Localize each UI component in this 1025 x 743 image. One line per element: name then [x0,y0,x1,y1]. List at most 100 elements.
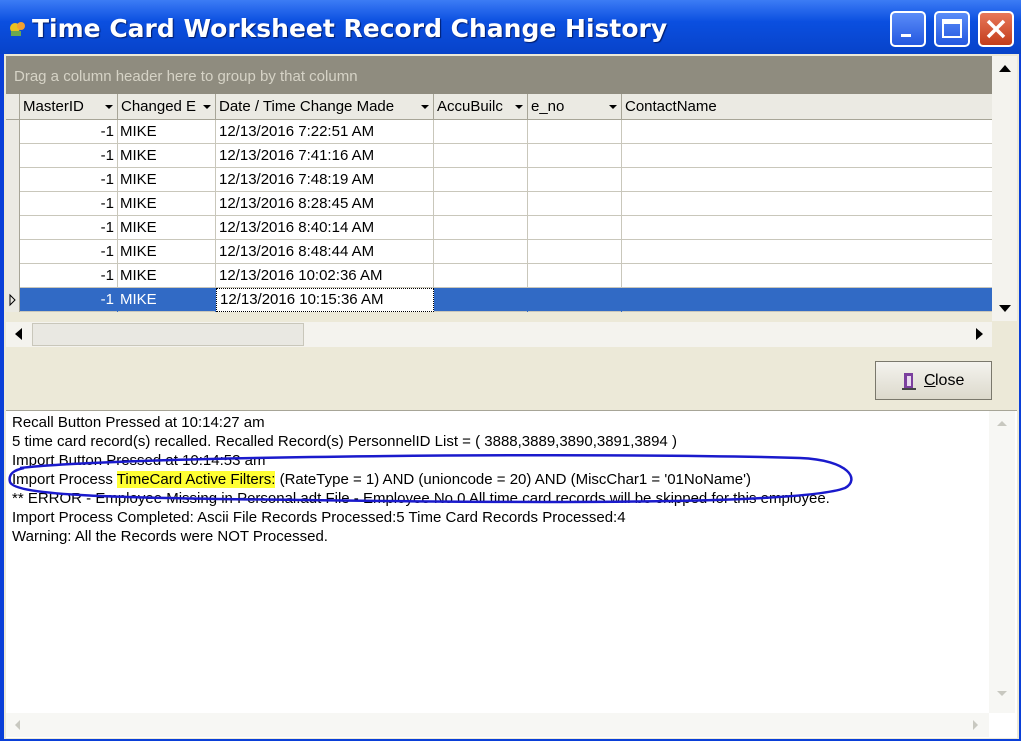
cell-changed-by[interactable]: MIKE [118,240,216,264]
log-horizontal-scrollbar[interactable] [6,713,989,737]
chevron-down-icon[interactable] [101,99,115,114]
cell-accubuild[interactable] [434,168,528,192]
column-header-contactname[interactable]: ContactName [622,94,992,120]
row-selector[interactable] [6,192,20,216]
cell-masterid[interactable]: -1 [20,120,118,144]
table-row[interactable]: -1 MIKE 12/13/2016 8:48:44 AM [6,240,992,264]
cell-changed-by[interactable]: MIKE [118,120,216,144]
scroll-thumb[interactable] [32,323,304,346]
column-header-changed-by[interactable]: Changed E [118,94,216,120]
chevron-down-icon[interactable] [511,99,525,114]
log-line: Warning: All the Records were NOT Proces… [12,528,328,545]
cell-changed-by[interactable]: MIKE [118,264,216,288]
cell-e-no[interactable] [528,264,622,288]
row-selector[interactable] [6,216,20,240]
cell-masterid[interactable]: -1 [20,168,118,192]
column-header-e-no[interactable]: e_no [528,94,622,120]
log-output[interactable]: Recall Button Pressed at 10:14:27 am 5 t… [6,410,1017,738]
scroll-left-icon[interactable] [6,322,31,347]
cell-datetime[interactable]: 12/13/2016 10:02:36 AM [216,264,434,288]
cell-datetime[interactable]: 12/13/2016 7:41:16 AM [216,144,434,168]
table-row[interactable]: -1 MIKE 12/13/2016 7:41:16 AM [6,144,992,168]
scroll-right-icon[interactable] [967,322,992,347]
cell-datetime[interactable]: 12/13/2016 8:28:45 AM [216,192,434,216]
scroll-up-icon[interactable] [989,411,1014,436]
table-row[interactable]: -1 MIKE 12/13/2016 10:02:36 AM [6,264,992,288]
cell-e-no[interactable] [528,216,622,240]
grid-horizontal-scrollbar[interactable] [6,322,992,347]
cell-datetime[interactable]: 12/13/2016 8:48:44 AM [216,240,434,264]
grid-vertical-scrollbar[interactable] [992,56,1017,321]
minimize-button[interactable] [890,11,926,47]
scroll-left-icon[interactable] [6,713,31,738]
row-selector[interactable] [6,288,20,312]
row-selector[interactable] [6,240,20,264]
cell-datetime[interactable]: 12/13/2016 7:48:19 AM [216,168,434,192]
cell-e-no[interactable] [528,288,622,312]
column-header-masterid[interactable]: MasterID [20,94,118,120]
cell-accubuild[interactable] [434,216,528,240]
scroll-down-icon[interactable] [989,681,1014,706]
cell-masterid[interactable]: -1 [20,192,118,216]
history-grid[interactable]: MasterID Changed E Date / Time Change Ma… [6,94,992,312]
cell-e-no[interactable] [528,240,622,264]
cell-contactname[interactable] [622,144,992,168]
column-header-datetime[interactable]: Date / Time Change Made [216,94,434,120]
cell-accubuild[interactable] [434,144,528,168]
cell-contactname[interactable] [622,216,992,240]
cell-contactname[interactable] [622,240,992,264]
close-button[interactable]: Close [875,361,992,400]
table-row-selected[interactable]: -1 MIKE 12/13/2016 10:15:36 AM [6,288,992,312]
table-row[interactable]: -1 MIKE 12/13/2016 7:22:51 AM [6,120,992,144]
cell-e-no[interactable] [528,144,622,168]
chevron-down-icon[interactable] [199,99,213,114]
row-selector-header[interactable] [6,94,20,120]
cell-datetime[interactable]: 12/13/2016 7:22:51 AM [216,120,434,144]
cell-changed-by[interactable]: MIKE [118,288,216,312]
cell-masterid[interactable]: -1 [20,288,118,312]
cell-contactname[interactable] [622,264,992,288]
cell-contactname[interactable] [622,192,992,216]
column-header-accubuild[interactable]: AccuBuilc [434,94,528,120]
table-row[interactable]: -1 MIKE 12/13/2016 8:40:14 AM [6,216,992,240]
row-selector[interactable] [6,120,20,144]
cell-datetime[interactable]: 12/13/2016 8:40:14 AM [216,216,434,240]
row-selector[interactable] [6,144,20,168]
cell-e-no[interactable] [528,192,622,216]
cell-masterid[interactable]: -1 [20,240,118,264]
row-selector[interactable] [6,168,20,192]
cell-accubuild[interactable] [434,264,528,288]
cell-e-no[interactable] [528,168,622,192]
close-window-button[interactable] [978,11,1014,47]
log-vertical-scrollbar[interactable] [989,411,1015,713]
cell-datetime[interactable]: 12/13/2016 10:15:36 AM [216,288,434,312]
table-row[interactable]: -1 MIKE 12/13/2016 7:48:19 AM [6,168,992,192]
group-by-panel[interactable]: Drag a column header here to group by th… [6,56,992,94]
scroll-up-icon[interactable] [992,56,1017,81]
cell-masterid[interactable]: -1 [20,216,118,240]
cell-accubuild[interactable] [434,192,528,216]
cell-accubuild[interactable] [434,240,528,264]
maximize-button[interactable] [934,11,970,47]
cell-contactname[interactable] [622,120,992,144]
log-line: Recall Button Pressed at 10:14:27 am [12,414,265,431]
cell-masterid[interactable]: -1 [20,144,118,168]
cell-contactname[interactable] [622,168,992,192]
cell-e-no[interactable] [528,120,622,144]
cell-accubuild[interactable] [434,288,528,312]
cell-changed-by[interactable]: MIKE [118,144,216,168]
scroll-right-icon[interactable] [964,713,989,738]
table-row[interactable]: -1 MIKE 12/13/2016 8:28:45 AM [6,192,992,216]
cell-changed-by[interactable]: MIKE [118,168,216,192]
cell-masterid[interactable]: -1 [20,264,118,288]
chevron-down-icon[interactable] [417,99,431,114]
title-bar[interactable]: Time Card Worksheet Record Change Histor… [0,0,1021,54]
app-icon [10,22,25,36]
cell-changed-by[interactable]: MIKE [118,216,216,240]
scroll-down-icon[interactable] [992,296,1017,321]
row-selector[interactable] [6,264,20,288]
cell-contactname[interactable] [622,288,992,312]
cell-accubuild[interactable] [434,120,528,144]
chevron-down-icon[interactable] [605,99,619,114]
cell-changed-by[interactable]: MIKE [118,192,216,216]
